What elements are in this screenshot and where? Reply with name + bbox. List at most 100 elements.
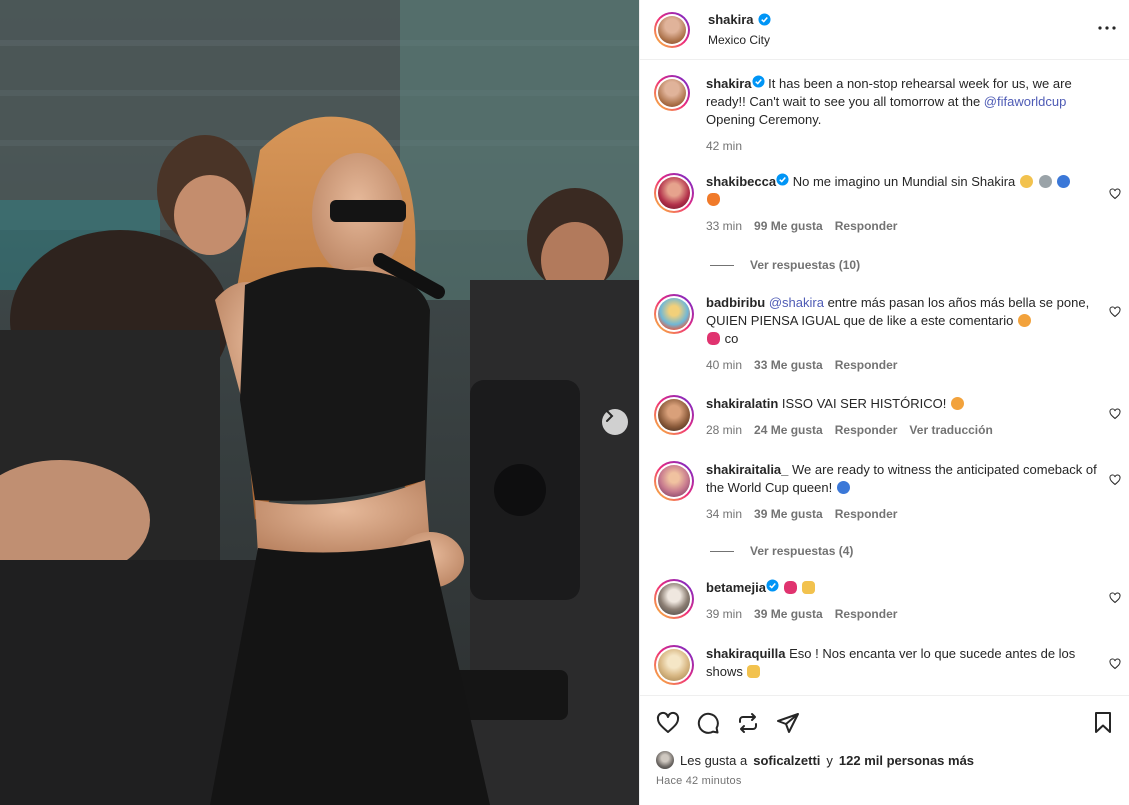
author-avatar[interactable] — [654, 11, 690, 48]
caption-avatar[interactable] — [654, 75, 690, 111]
comment-item: betamejia 39 min 39 Me gusta Responder — [654, 579, 1129, 623]
wolf-emoji-icon — [1038, 175, 1052, 188]
heart-icon[interactable] — [656, 711, 680, 735]
globe-emoji-icon — [836, 481, 850, 494]
comment-item: shakiraitalia_ We are ready to witness t… — [654, 461, 1129, 523]
fire-emoji-icon — [707, 193, 720, 206]
more-options-button[interactable] — [1095, 16, 1119, 40]
comment-mention-link[interactable]: @shakira — [769, 295, 824, 310]
comment-username[interactable]: badbiribu — [706, 295, 765, 310]
comment-time[interactable]: 34 min — [706, 505, 742, 523]
replies-divider-line — [710, 550, 734, 552]
more-icon — [1098, 26, 1116, 30]
liked-by: Les gusta a soficalzetti y 122 mil perso… — [656, 751, 974, 769]
avatar-image — [658, 399, 690, 431]
like-comment-heart-icon[interactable] — [1109, 592, 1121, 604]
caption-username[interactable]: shakira — [706, 75, 765, 91]
bookmark-icon[interactable] — [1091, 711, 1115, 735]
pink-heart-emoji-icon — [707, 332, 720, 345]
avatar-image — [658, 465, 690, 497]
comment-avatar[interactable] — [654, 579, 694, 619]
reply-button[interactable]: Responder — [835, 356, 898, 374]
liker-avatar[interactable] — [656, 751, 674, 769]
comment-time[interactable]: 39 min — [706, 605, 742, 623]
post-header: shakira Mexico City — [640, 0, 1129, 60]
view-replies-button[interactable]: Ver respuestas (4) — [710, 544, 853, 558]
comment-username[interactable]: shakibecca — [706, 173, 789, 189]
like-comment-heart-icon[interactable] — [1109, 658, 1121, 670]
comment-likes[interactable]: 39 Me gusta — [754, 505, 823, 523]
author-name[interactable]: shakira — [708, 12, 754, 27]
comment-avatar[interactable] — [654, 395, 694, 435]
reply-button[interactable]: Responder — [835, 217, 898, 235]
caption-mention-link[interactable]: @fifaworldcup — [984, 94, 1067, 109]
next-image-button[interactable] — [602, 409, 628, 435]
post-image[interactable] — [0, 0, 639, 805]
share-icon[interactable] — [736, 711, 760, 735]
send-icon[interactable] — [776, 711, 800, 735]
post-timestamp[interactable]: Hace 42 minutos — [656, 775, 742, 787]
comment-user-name[interactable]: betamejia — [706, 580, 766, 595]
reply-button[interactable]: Responder — [835, 421, 898, 439]
chevron-right-icon — [606, 410, 614, 422]
view-replies-label[interactable]: Ver respuestas (10) — [750, 258, 860, 272]
red-heart-emoji-icon — [783, 581, 797, 594]
like-comment-heart-icon[interactable] — [1109, 306, 1121, 318]
view-replies-button[interactable]: Ver respuestas (10) — [710, 258, 860, 272]
comment-user-name[interactable]: shakibecca — [706, 174, 776, 189]
comment-icon[interactable] — [696, 711, 720, 735]
comment-avatar[interactable] — [654, 294, 694, 334]
reply-button[interactable]: Responder — [835, 605, 898, 623]
likes-count[interactable]: 122 mil personas más — [839, 753, 974, 768]
reply-button[interactable]: Responder — [835, 505, 898, 523]
verified-badge-icon — [758, 13, 771, 26]
comment-username[interactable]: shakiralatin — [706, 396, 778, 411]
avatar-image — [658, 15, 686, 44]
like-comment-heart-icon[interactable] — [1109, 188, 1121, 200]
comment-likes[interactable]: 99 Me gusta — [754, 217, 823, 235]
heart-eyes-emoji-icon — [1017, 314, 1031, 327]
comment-likes[interactable]: 33 Me gusta — [754, 356, 823, 374]
like-comment-heart-icon[interactable] — [1109, 474, 1121, 486]
comment-username[interactable]: betamejia — [706, 579, 779, 595]
comment-likes[interactable]: 39 Me gusta — [754, 605, 823, 623]
comment-avatar[interactable] — [654, 173, 694, 213]
comment-username[interactable]: shakiraquilla — [706, 646, 785, 661]
author-username[interactable]: shakira — [708, 12, 771, 27]
comments-list[interactable]: shakira It has been a non-stop rehearsal… — [640, 61, 1129, 694]
avatar-image — [658, 79, 686, 107]
like-comment-heart-icon[interactable] — [1109, 408, 1121, 420]
heart-eyes-emoji-icon — [950, 397, 964, 410]
comment-text: No me imagino un Mundial sin Shakira — [792, 174, 1016, 189]
comment-time[interactable]: 33 min — [706, 217, 742, 235]
comment-text: ISSO VAI SER HISTÓRICO! — [781, 396, 947, 411]
avatar-image — [658, 177, 690, 209]
clap-emoji-icon — [747, 665, 761, 678]
post-photo — [0, 0, 639, 805]
comment-item: badbiribu @shakira entre más pasan los a… — [654, 294, 1129, 374]
post-side-panel: shakira Mexico City shakira It has been … — [639, 0, 1129, 805]
caption-time[interactable]: 42 min — [706, 137, 742, 155]
post-actions: Les gusta a soficalzetti y 122 mil perso… — [640, 695, 1129, 805]
comment-username[interactable]: shakiraitalia_ — [706, 462, 788, 477]
comment-time[interactable]: 40 min — [706, 356, 742, 374]
comment-avatar[interactable] — [654, 645, 694, 685]
post-location[interactable]: Mexico City — [708, 33, 771, 47]
globe-emoji-icon — [1057, 175, 1071, 188]
comment-likes[interactable]: 24 Me gusta — [754, 421, 823, 439]
verified-badge-icon — [776, 173, 789, 186]
caption-author[interactable]: shakira — [706, 76, 752, 91]
verified-badge-icon — [766, 579, 779, 592]
view-replies-label[interactable]: Ver respuestas (4) — [750, 544, 853, 558]
liked-prefix: Les gusta a — [680, 752, 748, 768]
verified-badge-icon — [752, 75, 765, 88]
comment-item: shakibecca No me imagino un Mundial sin … — [654, 173, 1129, 235]
liker-username[interactable]: soficalzetti — [753, 753, 820, 768]
comment-time[interactable]: 28 min — [706, 421, 742, 439]
translate-button[interactable]: Ver traducción — [909, 421, 992, 439]
avatar-image — [658, 583, 690, 615]
comment-text-end: co — [724, 331, 739, 346]
comment-avatar[interactable] — [654, 461, 694, 501]
face-emoji-icon — [1019, 175, 1033, 188]
replies-divider-line — [710, 264, 734, 266]
